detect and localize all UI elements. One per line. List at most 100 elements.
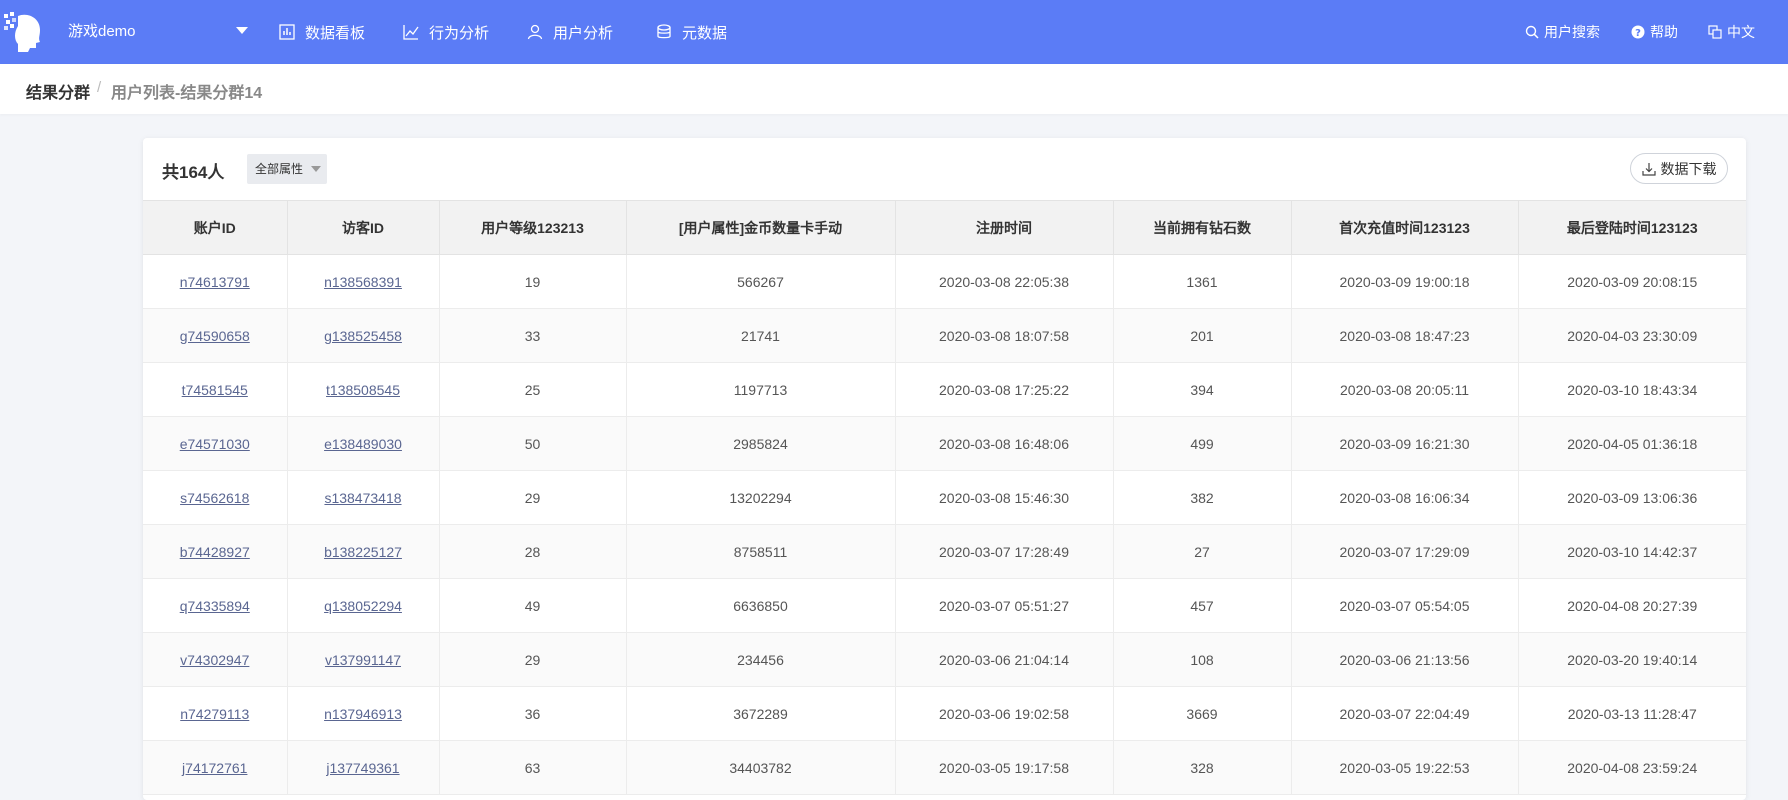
table-cell: 2020-03-09 13:06:36 bbox=[1518, 470, 1746, 525]
breadcrumb: 结果分群 / 用户列表-结果分群14 bbox=[0, 64, 1788, 114]
table-cell: 2020-04-08 23:59:24 bbox=[1518, 740, 1746, 795]
table-cell: 2020-03-06 21:13:56 bbox=[1291, 632, 1519, 687]
table-cell: 2020-03-07 05:54:05 bbox=[1291, 578, 1519, 633]
database-icon bbox=[657, 24, 671, 39]
table-cell: 6636850 bbox=[626, 578, 896, 633]
table-cell: e138489030 bbox=[287, 416, 440, 471]
nav-item-metadata[interactable]: 元数据 bbox=[656, 0, 727, 64]
visitor-id-link[interactable]: q138052294 bbox=[324, 598, 402, 614]
table-cell: 2020-03-13 11:28:47 bbox=[1518, 686, 1746, 741]
nav-right-label: 帮助 bbox=[1650, 24, 1678, 40]
table-cell: n74279113 bbox=[143, 686, 288, 741]
user-icon bbox=[527, 24, 543, 40]
svg-text:?: ? bbox=[1635, 28, 1641, 39]
table-cell: 29 bbox=[439, 470, 627, 525]
table-cell: 201 bbox=[1113, 308, 1292, 363]
table-cell: 2020-04-05 01:36:18 bbox=[1518, 416, 1746, 471]
column-header[interactable]: [用户属性]金币数量卡手动 bbox=[626, 200, 896, 255]
breadcrumb-root-link[interactable]: 结果分群 bbox=[26, 79, 90, 103]
visitor-id-link[interactable]: s138473418 bbox=[324, 490, 401, 506]
table-cell: 2020-03-08 20:05:11 bbox=[1291, 362, 1519, 417]
table-cell: 382 bbox=[1113, 470, 1292, 525]
table-cell: 21741 bbox=[626, 308, 896, 363]
download-button[interactable]: 数据下载 bbox=[1630, 153, 1728, 184]
help-button[interactable]: ? 帮助 bbox=[1631, 0, 1678, 64]
nav-item-behavior-analysis[interactable]: 行为分析 bbox=[403, 0, 489, 64]
chevron-down-icon[interactable] bbox=[236, 27, 248, 34]
account-id-link[interactable]: s74562618 bbox=[180, 490, 249, 506]
table-cell: 2985824 bbox=[626, 416, 896, 471]
nav-item-user-analysis[interactable]: 用户分析 bbox=[527, 0, 613, 64]
table-cell: 2020-03-07 22:04:49 bbox=[1291, 686, 1519, 741]
table-cell: 2020-03-09 20:08:15 bbox=[1518, 254, 1746, 309]
account-id-link[interactable]: b74428927 bbox=[180, 544, 250, 560]
table-cell: b74428927 bbox=[143, 524, 288, 579]
account-id-link[interactable]: n74613791 bbox=[180, 274, 250, 290]
app-name[interactable]: 游戏demo bbox=[68, 0, 136, 64]
table-cell: 8758511 bbox=[626, 524, 896, 579]
table-cell: 2020-03-05 19:22:53 bbox=[1291, 740, 1519, 795]
account-id-link[interactable]: j74172761 bbox=[182, 760, 247, 776]
total-count: 共164人 bbox=[162, 163, 225, 182]
table-cell: t138508545 bbox=[287, 362, 440, 417]
visitor-id-link[interactable]: e138489030 bbox=[324, 436, 402, 452]
table-row: s74562618 s138473418 29 13202294 2020-03-08 … bbox=[143, 470, 1746, 525]
nav-right-label: 中文 bbox=[1727, 24, 1755, 40]
table-cell: v137991147 bbox=[287, 632, 440, 687]
table-cell: b138225127 bbox=[287, 524, 440, 579]
table-cell: 2020-03-05 19:17:58 bbox=[895, 740, 1114, 795]
visitor-id-link[interactable]: b138225127 bbox=[324, 544, 402, 560]
search-icon bbox=[1525, 25, 1539, 39]
account-id-link[interactable]: g74590658 bbox=[180, 328, 250, 344]
table-cell: n74613791 bbox=[143, 254, 288, 309]
table-cell: 2020-03-08 18:07:58 bbox=[895, 308, 1114, 363]
table-cell: j74172761 bbox=[143, 740, 288, 795]
visitor-id-link[interactable]: j137749361 bbox=[326, 760, 399, 776]
table-cell: 36 bbox=[439, 686, 627, 741]
account-id-link[interactable]: e74571030 bbox=[180, 436, 250, 452]
table-cell: 108 bbox=[1113, 632, 1292, 687]
table-cell: 457 bbox=[1113, 578, 1292, 633]
column-header[interactable]: 访客ID bbox=[287, 200, 440, 255]
table-cell: 27 bbox=[1113, 524, 1292, 579]
table-cell: 3669 bbox=[1113, 686, 1292, 741]
line-chart-icon bbox=[403, 25, 419, 40]
account-id-link[interactable]: v74302947 bbox=[180, 652, 249, 668]
table-cell: 34403782 bbox=[626, 740, 896, 795]
language-button[interactable]: 中文 bbox=[1708, 0, 1755, 64]
table-row: n74279113 n137946913 36 3672289 2020-03-06 1… bbox=[143, 686, 1746, 741]
user-search-button[interactable]: 用户搜索 bbox=[1525, 0, 1600, 64]
breadcrumb-current: 用户列表-结果分群14 bbox=[111, 85, 263, 102]
visitor-id-link[interactable]: n137946913 bbox=[324, 706, 402, 722]
column-header[interactable]: 当前拥有钻石数 bbox=[1113, 200, 1292, 255]
visitor-id-link[interactable]: t138508545 bbox=[326, 382, 400, 398]
table-cell: 328 bbox=[1113, 740, 1292, 795]
visitor-id-link[interactable]: v137991147 bbox=[325, 652, 401, 668]
table-cell: 63 bbox=[439, 740, 627, 795]
column-header[interactable]: 账户ID bbox=[143, 200, 288, 255]
language-icon bbox=[1708, 25, 1722, 39]
table-cell: n138568391 bbox=[287, 254, 440, 309]
nav-label: 行为分析 bbox=[429, 24, 490, 42]
visitor-id-link[interactable]: n138568391 bbox=[324, 274, 402, 290]
card-header: 共164人 全部属性 数据下载 bbox=[143, 138, 1746, 200]
table-cell: s138473418 bbox=[287, 470, 440, 525]
table-cell: g138525458 bbox=[287, 308, 440, 363]
table-cell: 2020-03-06 21:04:14 bbox=[895, 632, 1114, 687]
column-header[interactable]: 首次充值时间123123 bbox=[1291, 200, 1519, 255]
table-cell: s74562618 bbox=[143, 470, 288, 525]
visitor-id-link[interactable]: g138525458 bbox=[324, 328, 402, 344]
account-id-link[interactable]: t74581545 bbox=[182, 382, 248, 398]
column-header[interactable]: 最后登陆时间123123 bbox=[1518, 200, 1746, 255]
property-filter-select[interactable]: 全部属性 bbox=[247, 154, 327, 184]
table-row: t74581545 t138508545 25 1197713 2020-03-08 1… bbox=[143, 362, 1746, 417]
account-id-link[interactable]: n74279113 bbox=[180, 706, 249, 722]
nav-item-dashboard[interactable]: 数据看板 bbox=[279, 0, 365, 64]
table-cell: n137946913 bbox=[287, 686, 440, 741]
table-cell: 19 bbox=[439, 254, 627, 309]
column-header[interactable]: 注册时间 bbox=[895, 200, 1114, 255]
account-id-link[interactable]: q74335894 bbox=[180, 598, 250, 614]
table-cell: 2020-03-07 05:51:27 bbox=[895, 578, 1114, 633]
table-row: n74613791 n138568391 19 566267 2020-03-08 22… bbox=[143, 254, 1746, 309]
column-header[interactable]: 用户等级123213 bbox=[439, 200, 627, 255]
